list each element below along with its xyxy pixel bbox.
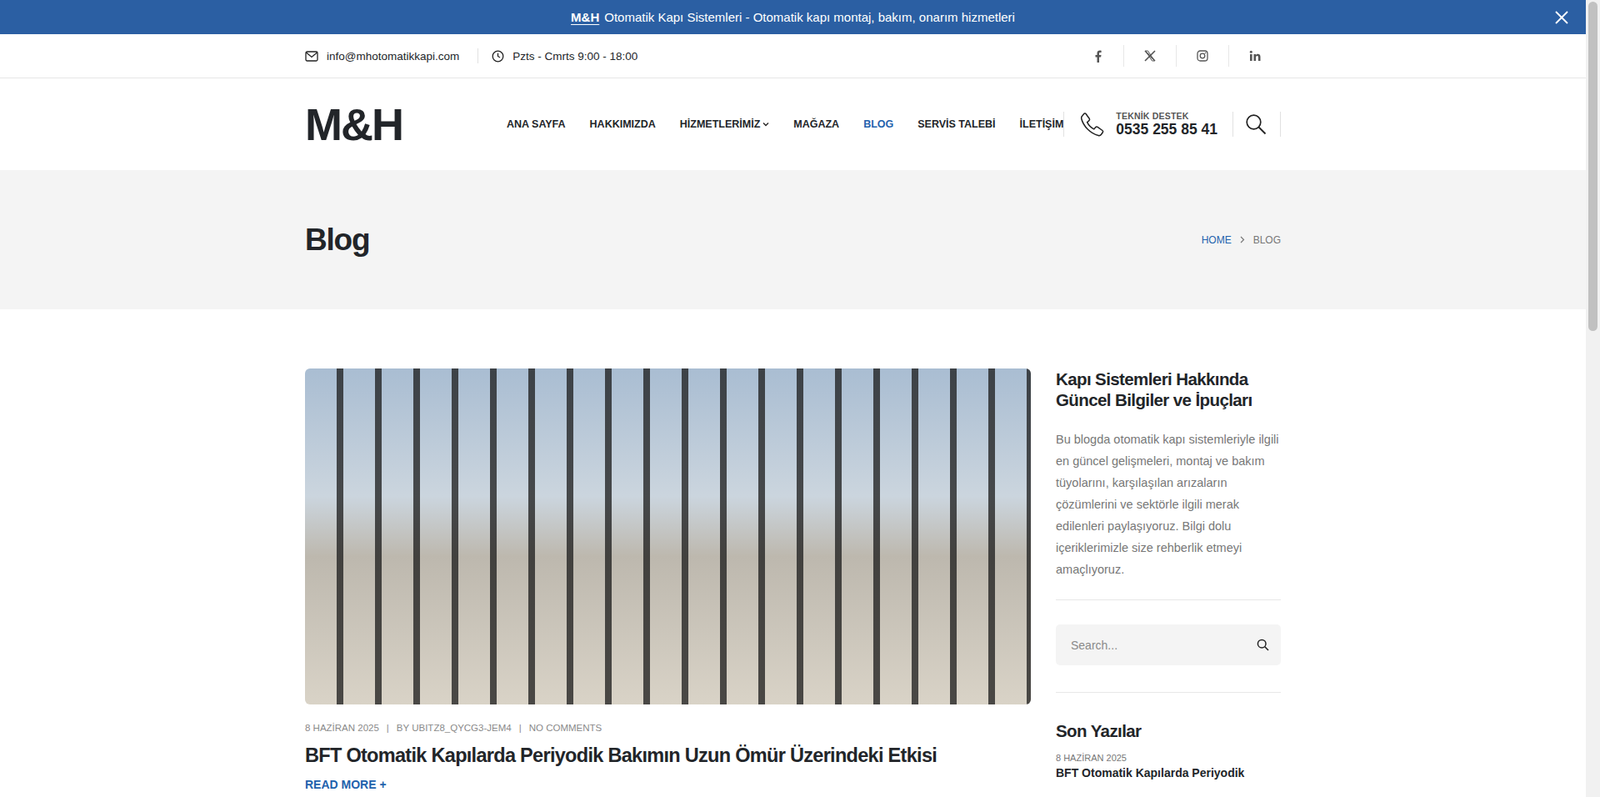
search-input[interactable] xyxy=(1069,637,1257,653)
phone-icon xyxy=(1079,110,1106,138)
notice-brand[interactable]: M&H xyxy=(570,10,600,25)
top-bar: info@mhotomatikkapi.com Pzts - Cmrts 9:00… xyxy=(0,34,1586,79)
scrollbar[interactable] xyxy=(1585,0,1600,797)
breadcrumb: HOME BLOG xyxy=(1201,234,1281,246)
top-bar-separator xyxy=(477,48,479,64)
header-separator xyxy=(1280,111,1281,137)
page-title-band: Blog HOME BLOG xyxy=(0,170,1586,310)
nav-item[interactable]: ANA SAYFA xyxy=(506,118,566,130)
nav-item[interactable]: İLETİŞİM xyxy=(1020,118,1065,130)
blog-post: 8 HAZİRAN 2025 | BY UBITZ8_QYCG3-JEM4 | NO C… xyxy=(305,368,1031,791)
x-icon[interactable] xyxy=(1123,45,1176,67)
hours-text: Pzts - Cmrts 9:00 - 18:00 xyxy=(512,50,638,63)
sidebar: Kapı Sistemleri Hakkında Güncel Bilgiler… xyxy=(1055,368,1281,791)
divider xyxy=(1055,599,1281,600)
mail-icon xyxy=(305,50,319,62)
nav-label[interactable]: SERVİS TALEBİ xyxy=(917,118,995,130)
header-separator xyxy=(1232,111,1234,137)
email-item[interactable]: info@mhotomatikkapi.com xyxy=(305,50,460,63)
notice-message: M&H Otomatik Kapı Sistemleri - Otomatik k… xyxy=(570,10,1015,25)
header-separator xyxy=(1063,111,1065,137)
recent-post-title[interactable]: BFT Otomatik Kapılarda Periyodik xyxy=(1055,765,1281,780)
linkedin-icon[interactable] xyxy=(1228,45,1281,67)
breadcrumb-item[interactable]: HOME xyxy=(1201,234,1232,246)
search-icon[interactable] xyxy=(1245,113,1267,135)
main-nav: ANA SAYFA HAKKIMIZDA HİZMETLERİMİZ MAĞAZA BL… xyxy=(506,118,1064,130)
facebook-icon[interactable] xyxy=(1071,45,1124,67)
post-image[interactable] xyxy=(305,368,1031,705)
nav-label[interactable]: HİZMETLERİMİZ xyxy=(680,118,761,130)
chevron-right-icon xyxy=(1240,235,1245,244)
nav-label[interactable]: MAĞAZA xyxy=(793,118,840,130)
post-meta: 8 HAZİRAN 2025 | BY UBITZ8_QYCG3-JEM4 | NO C… xyxy=(305,722,1031,733)
hours-item: Pzts - Cmrts 9:00 - 18:00 xyxy=(491,50,638,63)
email-text[interactable]: info@mhotomatikkapi.com xyxy=(326,50,460,63)
nav-item[interactable]: HAKKIMIZDA xyxy=(590,118,656,130)
post-date: 8 HAZİRAN 2025 xyxy=(305,722,380,733)
nav-label[interactable]: ANA SAYFA xyxy=(506,118,566,130)
chevron-down-icon[interactable] xyxy=(762,121,770,127)
recent-posts-title: Son Yazılar xyxy=(1055,720,1281,741)
social-links xyxy=(1071,45,1281,67)
clock-icon xyxy=(491,50,505,63)
nav-item[interactable]: BLOG xyxy=(863,118,894,130)
sidebar-text: Bu blogda otomatik kapı sistemleriyle il… xyxy=(1055,428,1281,580)
nav-label[interactable]: BLOG xyxy=(863,118,894,130)
page: M&H Otomatik Kapı Sistemleri - Otomatik k… xyxy=(0,0,1586,797)
support-label: TEKNİK DESTEK xyxy=(1115,110,1218,121)
nav-label[interactable]: İLETİŞİM xyxy=(1020,118,1065,130)
nav-label[interactable]: HAKKIMIZDA xyxy=(590,118,656,130)
breadcrumb-item: BLOG xyxy=(1253,234,1281,246)
instagram-icon[interactable] xyxy=(1175,45,1229,67)
nav-item[interactable]: MAĞAZA xyxy=(793,118,840,130)
post-author[interactable]: BY UBITZ8_QYCG3-JEM4 xyxy=(396,722,512,733)
close-icon[interactable] xyxy=(1554,10,1570,25)
divider xyxy=(1055,691,1281,693)
notice-bar: M&H Otomatik Kapı Sistemleri - Otomatik k… xyxy=(0,0,1586,35)
meta-separator: | xyxy=(386,722,390,733)
nav-item[interactable]: HİZMETLERİMİZ xyxy=(680,118,770,130)
post-title[interactable]: BFT Otomatik Kapılarda Periyodik Bakımın… xyxy=(305,742,1031,768)
scrollbar-thumb[interactable] xyxy=(1588,1,1598,331)
notice-text: Otomatik Kapı Sistemleri - Otomatik kapı… xyxy=(604,10,1015,25)
header: M&H ANA SAYFA HAKKIMIZDA HİZMETLERİMİZ MAĞAZ… xyxy=(0,78,1586,170)
sidebar-title: Kapı Sistemleri Hakkında Güncel Bilgiler… xyxy=(1055,368,1281,410)
post-comments[interactable]: NO COMMENTS xyxy=(529,722,603,733)
search-icon[interactable] xyxy=(1256,638,1270,651)
page-title: Blog xyxy=(305,222,370,258)
support-block[interactable]: TEKNİK DESTEK0535 255 85 41 xyxy=(1079,110,1218,139)
read-more-link[interactable]: READ MORE + xyxy=(305,777,1031,791)
recent-post[interactable]: 8 HAZİRAN 2025 BFT Otomatik Kapılarda Per… xyxy=(1055,752,1281,780)
meta-separator: | xyxy=(519,722,522,733)
search-box[interactable] xyxy=(1055,624,1281,665)
nav-item[interactable]: SERVİS TALEBİ xyxy=(917,118,995,130)
logo[interactable]: M&H xyxy=(305,101,403,147)
recent-post-date: 8 HAZİRAN 2025 xyxy=(1055,752,1281,763)
support-phone[interactable]: 0535 255 85 41 xyxy=(1115,120,1218,139)
